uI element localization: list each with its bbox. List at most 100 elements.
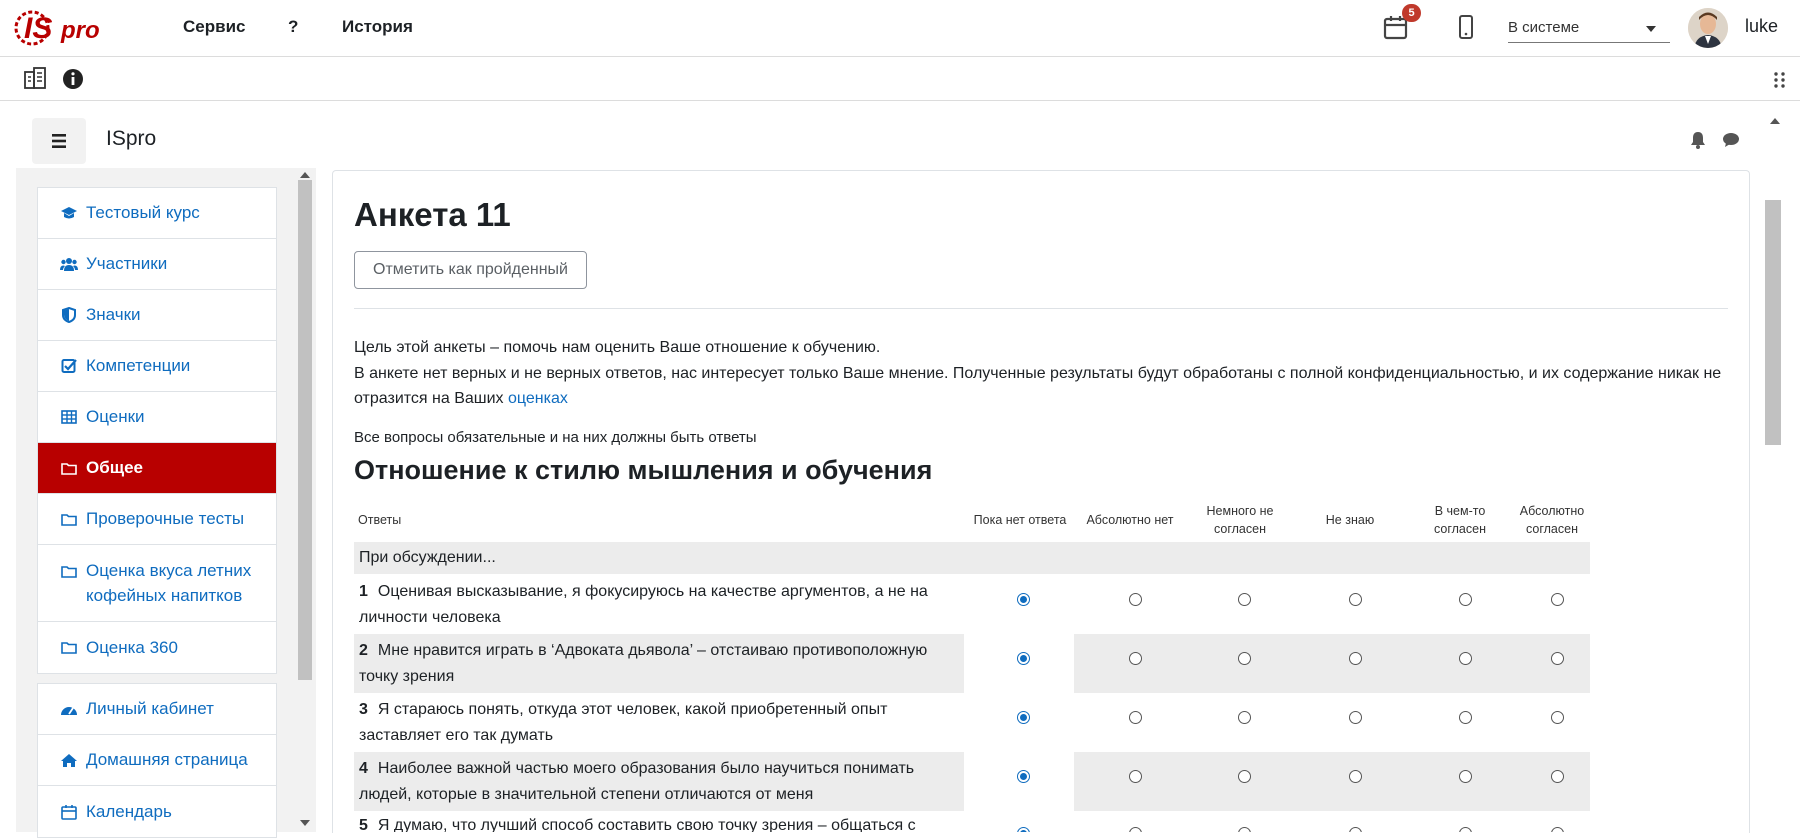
answer-radio[interactable] [1349,652,1362,665]
answer-radio[interactable] [1349,711,1362,724]
answer-radio[interactable] [1551,770,1564,783]
table-row: 5 Я думаю, что лучший способ составить св… [354,811,1590,832]
ispro-logo[interactable]: IS pro [12,2,104,54]
table-icon [60,409,78,425]
answer-radio[interactable] [1349,827,1362,832]
nav-item-general[interactable]: Общее [38,443,276,494]
avatar[interactable] [1688,8,1728,48]
question-text: 4 Наиболее важной частью моего образовани… [354,752,964,811]
nav-item-badges[interactable]: Значки [38,290,276,341]
nav-item-label: Общее [86,458,143,477]
nav-item-calendar[interactable]: Календарь [38,786,276,837]
nav-history[interactable]: История [342,17,413,37]
folder-icon [60,460,78,476]
nav-item-label: Оценка 360 [86,637,178,657]
nav-item-participants[interactable]: Участники [38,239,276,290]
shield-icon [60,307,78,323]
nav-item-competencies[interactable]: Компетенции [38,341,276,392]
dashboard-icon [60,701,78,717]
answer-radio[interactable] [1551,652,1564,665]
answer-radio[interactable] [1349,593,1362,606]
mark-as-done-button[interactable]: Отметить как пройденный [354,251,587,289]
table-row: 2 Мне нравится играть в ‘Адвоката дьявола… [354,634,1590,693]
nav-item-label: Проверочные тесты [86,509,245,528]
svg-text:IS: IS [24,12,52,45]
column-header-answers: Ответы [358,513,402,527]
answer-radio[interactable] [1238,711,1251,724]
mobile-icon[interactable] [1458,14,1474,42]
username[interactable]: luke [1745,16,1778,37]
column-header-option: Не знаю [1325,513,1375,527]
nav-item-grades[interactable]: Оценки [38,392,276,443]
answer-radio[interactable] [1551,593,1564,606]
nav-item-label: Оценки [86,407,145,426]
nav-item-quizzes[interactable]: Проверочные тесты [38,494,276,545]
page-scrollbar[interactable] [1765,200,1781,445]
drawer-scroll-up-arrow[interactable] [300,172,310,178]
notification-badge: 5 [1402,4,1421,22]
drawer-scroll-down-arrow[interactable] [300,820,310,826]
nav-help[interactable]: ? [288,17,298,37]
table-row: 4 Наиболее важной частью моего образовани… [354,752,1590,811]
apps-grid-icon[interactable] [1773,71,1787,89]
info-icon[interactable] [62,68,84,95]
nav-service[interactable]: Сервис [183,17,245,37]
folder-icon [60,563,78,579]
answer-radio-no-answer[interactable] [1017,827,1030,832]
question-label: Я думаю, что лучший способ составить сво… [377,817,916,832]
answer-radio[interactable] [1238,593,1251,606]
nav-item-test-course[interactable]: Тестовый курс [38,188,276,239]
nav-item-rating-360[interactable]: Оценка 360 [38,622,276,673]
section-title: Отношение к стилю мышления и обучения [354,455,933,485]
bell-icon[interactable] [1690,131,1706,149]
page-title: Анкета 11 [354,196,511,233]
buildings-icon[interactable] [23,66,49,95]
answer-radio-no-answer[interactable] [1017,652,1030,665]
column-header-option: Пока нет ответа [973,513,1067,527]
intro-line: Цель этой анкеты – помочь нам оценить Ва… [354,339,881,356]
nav-item-label: Тестовый курс [86,203,200,222]
answer-radio[interactable] [1129,827,1142,832]
answer-radio[interactable] [1129,593,1142,606]
answer-radio[interactable] [1238,652,1251,665]
question-label: Мне нравится играть в ‘Адвоката дьявола’… [359,642,928,685]
graduation-cap-icon [60,205,78,221]
site-title[interactable]: ISpro [106,127,156,151]
answer-radio[interactable] [1551,711,1564,724]
answer-radio-no-answer[interactable] [1017,711,1030,724]
question-label: Оценивая высказывание, я фокусируюсь на … [359,583,928,626]
drawer-toggle-button[interactable] [32,118,86,164]
chevron-down-icon [1646,26,1656,32]
nav-item-coffee-rating[interactable]: Оценка вкуса летних кофейных напитков [38,545,276,622]
answer-radio[interactable] [1349,770,1362,783]
svg-text:pro: pro [60,17,100,44]
answer-radio[interactable] [1129,770,1142,783]
answer-radio-no-answer[interactable] [1017,770,1030,783]
calendar-icon [60,804,78,820]
status-select[interactable]: В системе [1508,14,1670,43]
answer-radio[interactable] [1459,770,1472,783]
answer-radio[interactable] [1238,770,1251,783]
users-icon [60,256,78,272]
answer-radio[interactable] [1129,711,1142,724]
nav-item-dashboard[interactable]: Личный кабинет [38,684,276,735]
status-select-value: В системе [1508,19,1580,36]
site-nav: Личный кабинет Домашняя страница Календа… [37,683,277,838]
answer-radio[interactable] [1459,827,1472,832]
answer-radio[interactable] [1129,652,1142,665]
intro-paragraph: В анкете нет верных и не верных ответов,… [354,361,1734,412]
answer-radio[interactable] [1459,711,1472,724]
divider [354,308,1728,309]
answer-radio-no-answer[interactable] [1017,593,1030,606]
folder-icon [60,511,78,527]
chat-icon[interactable] [1722,132,1740,148]
grades-link[interactable]: оценках [508,390,568,407]
drawer-scrollbar[interactable] [298,180,312,680]
question-label: Наиболее важной частью моего образования… [359,760,915,803]
page-scroll-up-arrow[interactable] [1770,118,1780,124]
answer-radio[interactable] [1459,652,1472,665]
answer-radio[interactable] [1238,827,1251,832]
answer-radio[interactable] [1459,593,1472,606]
nav-item-home[interactable]: Домашняя страница [38,735,276,786]
answer-radio[interactable] [1551,827,1564,832]
